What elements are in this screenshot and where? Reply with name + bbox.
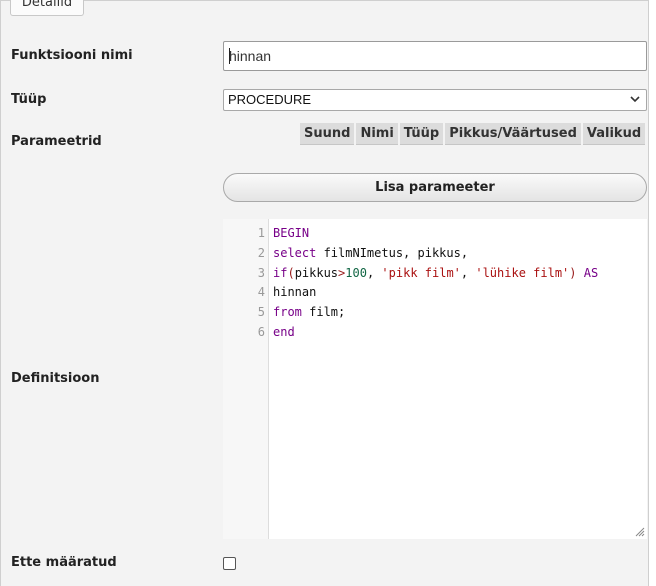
line-number: 3	[257, 265, 265, 280]
chevron-down-icon	[630, 96, 640, 103]
code-token: 100	[345, 265, 367, 280]
code-editor[interactable]: 1 BEGIN 2 select filmNImetus, pikkus, 3 if(pi…	[223, 219, 647, 539]
code-token: AS	[583, 265, 599, 280]
code-token: end	[273, 325, 295, 339]
code-text: end	[273, 322, 295, 342]
param-col-direction: Suund	[300, 123, 355, 145]
code-text: select filmNImetus, pikkus,	[273, 243, 468, 263]
code-text: from film;	[273, 302, 345, 322]
details-panel: Detailid Funktsiooni nimi hinnan Tüüp PR…	[0, 0, 649, 586]
parameters-label: Parameetrid	[11, 134, 102, 149]
function-name-input[interactable]: hinnan	[223, 41, 647, 71]
code-line: 6 end	[223, 322, 647, 342]
function-name-label: Funktsiooni nimi	[11, 48, 133, 63]
deterministic-checkbox[interactable]	[223, 557, 236, 570]
type-label: Tüüp	[11, 92, 47, 107]
code-token: select	[273, 245, 317, 260]
add-parameter-button[interactable]: Lisa parameeter	[223, 173, 647, 202]
parameters-table-header: Suund Nimi Tüüp Pikkus/Väärtused Valikud	[300, 123, 646, 145]
definition-label: Definitsioon	[11, 371, 100, 386]
code-line: 3 if(pikkus>100, 'pikk film', 'lühike fil…	[223, 263, 647, 283]
param-col-name: Nimi	[356, 123, 398, 145]
code-token: filmNImetus, pikkus,	[316, 245, 469, 260]
code-token: )	[569, 265, 577, 280]
type-select-value: PROCEDURE	[228, 92, 312, 107]
tab-details[interactable]: Detailid	[10, 0, 84, 16]
code-text: hinnan	[273, 282, 316, 302]
type-select[interactable]: PROCEDURE	[223, 89, 647, 111]
code-token: 'lühike film'	[475, 265, 570, 280]
line-number: 4	[257, 285, 265, 300]
code-token: pikkus	[294, 265, 339, 280]
code-text: BEGIN	[273, 223, 309, 243]
line-number: 6	[257, 325, 265, 339]
code-line: 2 select filmNImetus, pikkus,	[223, 243, 647, 263]
line-number: 5	[257, 305, 265, 320]
code-token: (	[287, 265, 295, 280]
code-line: 5 from film;	[223, 302, 647, 322]
code-token: ,	[366, 265, 382, 280]
code-token: if	[273, 265, 288, 280]
resize-handle-icon[interactable]	[633, 525, 645, 537]
code-token: film;	[301, 305, 346, 320]
code-token: BEGIN	[273, 226, 310, 240]
function-name-value: hinnan	[229, 48, 272, 64]
code-token: from	[273, 305, 302, 320]
deterministic-label: Ette määratud	[11, 555, 117, 570]
param-col-options: Valikud	[582, 123, 646, 145]
code-token: 'pikk film'	[381, 265, 461, 280]
code-line: 4 hinnan	[223, 282, 647, 302]
param-col-length-values: Pikkus/Väärtused	[445, 123, 581, 145]
code-token: hinnan	[273, 285, 317, 300]
param-col-type: Tüüp	[399, 123, 444, 145]
code-line: 1 BEGIN	[223, 223, 647, 243]
line-number: 1	[257, 226, 265, 240]
line-number: 2	[257, 245, 265, 260]
code-text: if(pikkus>100, 'pikk film', 'lühike film…	[273, 263, 598, 283]
code-token: ,	[460, 265, 476, 280]
